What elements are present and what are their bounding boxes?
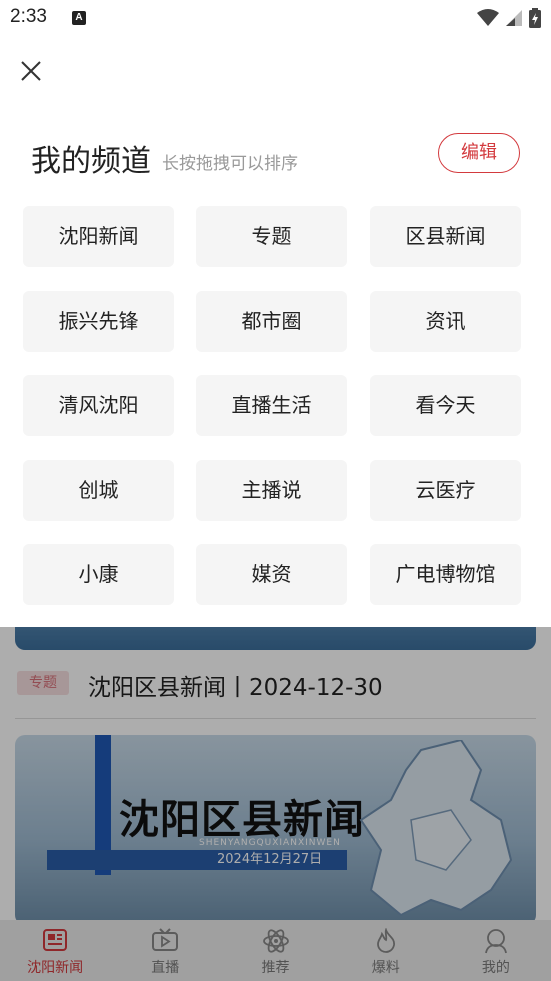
channel-chip[interactable]: 沈阳新闻 [23, 206, 174, 267]
atom-icon [262, 929, 289, 953]
signal-icon [506, 10, 522, 26]
channel-chip[interactable]: 都市圈 [196, 290, 347, 352]
channel-panel: 我的频道 长按拖拽可以排序 编辑 沈阳新闻 专题 区县新闻振兴先锋 都市圈 资讯清风沈阳… [0, 38, 551, 627]
panel-hint: 长按拖拽可以排序 [162, 154, 298, 174]
dim-overlay[interactable] [0, 627, 551, 921]
channel-chip[interactable]: 资讯 [370, 290, 521, 352]
bottom-nav: 沈阳新闻 直播 推荐 爆料 我的 [0, 920, 551, 981]
channel-chip[interactable]: 云医疗 [370, 459, 521, 521]
profile-icon [485, 929, 507, 954]
nav-item-recommend[interactable]: 推荐 [220, 920, 330, 981]
close-icon[interactable] [16, 56, 46, 86]
channel-chip[interactable]: 主播说 [196, 459, 347, 521]
nav-item-mine[interactable]: 我的 [441, 920, 551, 981]
status-bar: 2:33 A [0, 0, 551, 38]
nav-item-tipoff[interactable]: 爆料 [331, 920, 441, 981]
status-icons [477, 8, 541, 28]
nav-label: 爆料 [371, 960, 400, 976]
channel-chip[interactable]: 专题 [196, 206, 347, 267]
channel-chip[interactable]: 直播生活 [196, 375, 347, 436]
news-icon [43, 929, 68, 951]
fire-icon [376, 928, 395, 953]
tv-icon [152, 928, 179, 951]
nav-item-news[interactable]: 沈阳新闻 [0, 920, 110, 981]
wifi-icon [477, 9, 499, 26]
notification-a-icon: A [72, 11, 86, 25]
status-time: 2:33 [10, 6, 47, 27]
nav-label: 推荐 [261, 960, 290, 976]
channel-chip[interactable]: 看今天 [370, 375, 521, 436]
channel-chip[interactable]: 小康 [23, 544, 174, 605]
channel-chip[interactable]: 媒资 [196, 544, 347, 605]
channel-chip[interactable]: 振兴先锋 [23, 290, 174, 352]
edit-button[interactable]: 编辑 [438, 133, 520, 173]
nav-label: 我的 [481, 960, 510, 976]
nav-label: 沈阳新闻 [27, 960, 84, 976]
panel-title: 我的频道 [31, 144, 151, 179]
channel-chip[interactable]: 区县新闻 [370, 206, 521, 267]
nav-item-live[interactable]: 直播 [110, 920, 220, 981]
nav-label: 直播 [151, 960, 180, 976]
battery-icon [529, 8, 541, 28]
channel-chip[interactable]: 广电博物馆 [370, 544, 521, 605]
channel-chip[interactable]: 创城 [23, 459, 174, 521]
channel-chip[interactable]: 清风沈阳 [23, 375, 174, 436]
